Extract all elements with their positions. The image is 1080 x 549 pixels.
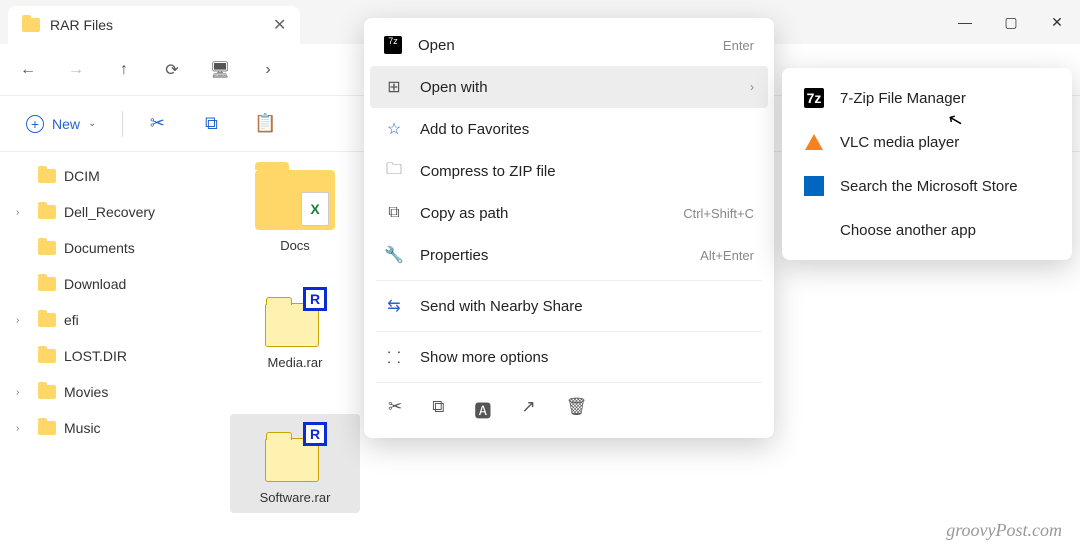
cut-icon[interactable]: ✂ [137,113,177,134]
store-icon [804,176,824,196]
menu-separator [376,331,762,332]
minimize-button[interactable]: — [942,0,988,44]
breadcrumb-chevron-icon[interactable]: › [258,61,278,79]
chevron-down-icon: ⌄ [88,118,96,129]
copy-icon[interactable]: ⧉ [432,397,444,422]
grid-item-rar-selected[interactable]: R Software.rar [230,414,360,513]
grid-item-rar[interactable]: R Media.rar [230,279,360,378]
menu-open[interactable]: 7z Open Enter [370,24,768,66]
menu-separator [376,280,762,281]
submenu-ms-store[interactable]: Search the Microsoft Store [790,164,1064,208]
tab-rar-files[interactable]: RAR Files ✕ [8,6,300,44]
menu-more-options[interactable]: ⸬ Show more options [370,336,768,378]
open-with-submenu: 7z 7-Zip File Manager VLC media player S… [782,68,1072,260]
maximize-button[interactable]: ▢ [988,0,1034,44]
tree-item[interactable]: ›Documents [0,230,210,266]
submenu-choose-app[interactable]: Choose another app [790,208,1064,252]
new-label: New [52,116,80,132]
this-pc-icon[interactable]: 🖥 [210,60,230,80]
up-button[interactable]: ↑ [114,61,134,79]
submenu-7zip[interactable]: 7z 7-Zip File Manager [790,76,1064,120]
separator [122,111,123,137]
tree-item[interactable]: ›efi [0,302,210,338]
copy-icon[interactable]: ⧉ [191,113,231,134]
copy-path-icon: ⧉ [384,204,404,222]
star-icon: ☆ [384,119,404,139]
nearby-icon: ⇆ [384,296,404,316]
folder-icon [22,18,40,32]
folder-icon [38,385,56,399]
close-button[interactable]: ✕ [1034,0,1080,44]
folder-icon: X [255,170,335,230]
wrench-icon: 🔧 [384,245,404,265]
folder-icon [38,241,56,255]
cut-icon[interactable]: ✂ [388,397,402,422]
blank-icon [804,220,824,240]
folder-icon [38,169,56,183]
watermark: groovyPost.com [946,520,1062,541]
menu-icon-row: ✂ ⧉ 🅰 ↗ 🗑 [370,387,768,432]
context-menu: 7z Open Enter ⊞ Open with › ☆ Add to Fav… [364,18,774,438]
window-controls: — ▢ ✕ [942,0,1080,44]
delete-icon[interactable]: 🗑 [566,397,588,422]
rar-icon: R [265,422,325,482]
menu-compress-zip[interactable]: 🗀 Compress to ZIP file [370,150,768,192]
folder-icon [38,349,56,363]
paste-icon[interactable]: 📋 [245,113,285,134]
share-icon[interactable]: ↗ [521,397,535,422]
close-tab-icon[interactable]: ✕ [273,15,286,35]
zip-icon: 🗀 [384,158,404,185]
folder-icon [38,421,56,435]
grid-item-folder[interactable]: X Docs [230,162,360,261]
folder-icon [38,205,56,219]
submenu-vlc[interactable]: VLC media player [790,120,1064,164]
rar-icon: R [265,287,325,347]
refresh-button[interactable]: ⟳ [162,60,182,80]
menu-separator [376,382,762,383]
open-with-icon: ⊞ [384,77,404,97]
back-button[interactable]: ← [18,61,38,79]
7z-icon: 7z [384,36,402,54]
plus-icon: + [26,115,44,133]
new-button[interactable]: + New ⌄ [14,109,108,139]
folder-icon [38,313,56,327]
menu-properties[interactable]: 🔧 Properties Alt+Enter [370,234,768,276]
menu-open-with[interactable]: ⊞ Open with › [370,66,768,108]
menu-nearby-share[interactable]: ⇆ Send with Nearby Share [370,285,768,327]
tree-item[interactable]: ›DCIM [0,158,210,194]
7zip-icon: 7z [804,88,824,108]
menu-copy-path[interactable]: ⧉ Copy as path Ctrl+Shift+C [370,192,768,234]
tree-item[interactable]: ›Movies [0,374,210,410]
more-icon: ⸬ [384,346,404,368]
forward-button[interactable]: → [66,61,86,79]
folder-icon [38,277,56,291]
tree-item[interactable]: ›LOST.DIR [0,338,210,374]
tab-title: RAR Files [50,17,113,33]
tree-item[interactable]: ›Download [0,266,210,302]
rename-icon[interactable]: 🅰 [474,397,491,422]
folder-tree[interactable]: ›DCIM ›Dell_Recovery ›Documents ›Downloa… [0,152,210,549]
chevron-right-icon: › [750,80,754,94]
menu-favorites[interactable]: ☆ Add to Favorites [370,108,768,150]
excel-doc-icon: X [301,192,329,226]
tree-item[interactable]: ›Dell_Recovery [0,194,210,230]
vlc-icon [804,132,824,152]
tree-item[interactable]: ›Music [0,410,210,446]
